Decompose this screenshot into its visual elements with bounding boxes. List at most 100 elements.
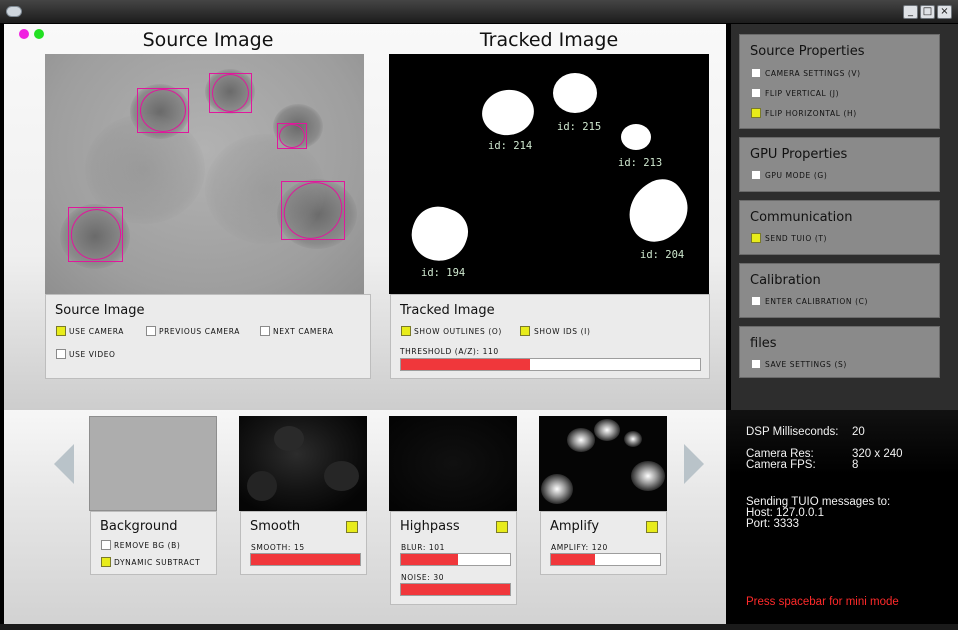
source-image-title: Source Image (142, 29, 274, 51)
source-image-view[interactable] (45, 54, 364, 294)
highpass-filter-panel: Highpass BLUR: 101 NOISE: 30 (390, 511, 517, 605)
use-video-checkbox[interactable] (56, 349, 66, 359)
blob-id-label: id: 194 (421, 267, 466, 279)
smooth-slider[interactable] (250, 553, 361, 566)
gpu-mode-checkbox[interactable] (751, 170, 761, 180)
background-filter-panel: Background REMOVE BG (B) DYNAMIC SUBTRAC… (90, 511, 217, 575)
amplify-enable-checkbox[interactable] (646, 521, 658, 533)
smooth-filter-title: Smooth (250, 519, 301, 534)
smooth-slider-fill (251, 554, 360, 565)
previous-camera-label: PREVIOUS CAMERA (159, 327, 240, 336)
close-button[interactable]: × (937, 5, 952, 19)
gpu-properties-title: GPU Properties (750, 147, 848, 162)
title-bar: _ □ × (0, 0, 958, 24)
source-properties-title: Source Properties (750, 44, 865, 59)
blob-id-label: id: 215 (557, 121, 602, 133)
amplify-value-label: AMPLIFY: 120 (551, 543, 608, 552)
save-settings-label: SAVE SETTINGS (S) (765, 360, 847, 369)
highpass-filter-title: Highpass (400, 519, 460, 534)
next-camera-checkbox[interactable] (260, 326, 270, 336)
tracked-image-title: Tracked Image (479, 29, 619, 51)
amplify-filter-preview[interactable] (539, 416, 667, 511)
threshold-label: THRESHOLD (A/Z): 110 (400, 347, 499, 356)
previous-camera-checkbox[interactable] (146, 326, 156, 336)
highpass-filter-preview[interactable] (389, 416, 517, 511)
enter-calibration-label: ENTER CALIBRATION (C) (765, 297, 869, 306)
dynamic-subtract-checkbox[interactable] (101, 557, 111, 567)
source-panel-title: Source Image (55, 303, 145, 318)
smooth-enable-checkbox[interactable] (346, 521, 358, 533)
dsp-ms-value: 20 (852, 426, 865, 438)
use-camera-label: USE CAMERA (69, 327, 124, 336)
remove-bg-label: REMOVE BG (B) (114, 541, 181, 550)
gpu-properties-box: GPU Properties GPU MODE (G) (739, 137, 940, 192)
save-settings-checkbox[interactable] (751, 359, 761, 369)
amplify-slider-fill (551, 554, 595, 565)
calibration-title: Calibration (750, 273, 821, 288)
camera-settings-label: CAMERA SETTINGS (V) (765, 69, 861, 78)
blob-id-label: id: 204 (640, 249, 685, 261)
threshold-slider[interactable] (400, 358, 701, 371)
show-ids-label: SHOW IDS (I) (534, 327, 591, 336)
status-dot-green (34, 29, 44, 39)
send-tuio-checkbox[interactable] (751, 233, 761, 243)
status-dot-magenta (19, 29, 29, 39)
files-title: files (750, 336, 777, 351)
communication-box: Communication SEND TUIO (T) (739, 200, 940, 255)
amplify-slider[interactable] (550, 553, 661, 566)
camera-fps-label: Camera FPS: (746, 459, 816, 471)
minimize-button[interactable]: _ (903, 5, 918, 19)
flip-vertical-label: FLIP VERTICAL (J) (765, 89, 840, 98)
dsp-ms-label: DSP Milliseconds: (746, 426, 839, 438)
background-filter-preview[interactable] (89, 416, 217, 511)
remove-bg-checkbox[interactable] (101, 540, 111, 550)
smooth-filter-preview[interactable] (239, 416, 367, 511)
camera-fps-value: 8 (852, 459, 859, 471)
camera-res-value: 320 x 240 (852, 448, 903, 460)
send-tuio-label: SEND TUIO (T) (765, 234, 828, 243)
show-outlines-label: SHOW OUTLINES (O) (414, 327, 502, 336)
communication-title: Communication (750, 210, 853, 225)
show-outlines-checkbox[interactable] (401, 326, 411, 336)
blob-id-label: id: 214 (488, 140, 533, 152)
tracked-image-view[interactable]: id: 214 id: 215 id: 213 id: 194 id: 204 (389, 54, 709, 294)
threshold-slider-fill (401, 359, 530, 370)
enter-calibration-checkbox[interactable] (751, 296, 761, 306)
tuio-port: Port: 3333 (746, 518, 800, 530)
amplify-filter-title: Amplify (550, 519, 600, 534)
use-camera-checkbox[interactable] (56, 326, 66, 336)
blob-outline (279, 124, 305, 148)
blob-outline (140, 89, 186, 132)
smooth-filter-panel: Smooth SMOOTH: 15 (240, 511, 367, 575)
blur-value-label: BLUR: 101 (401, 543, 446, 552)
gpu-mode-label: GPU MODE (G) (765, 171, 828, 180)
next-filter-arrow-icon[interactable] (684, 444, 704, 484)
app-icon (6, 6, 22, 17)
noise-value-label: NOISE: 30 (401, 573, 445, 582)
flip-horizontal-label: FLIP HORIZONTAL (H) (765, 109, 857, 118)
blob-id-label: id: 213 (618, 157, 663, 169)
source-image-panel: Source Image USE CAMERA PREVIOUS CAMERA … (45, 294, 371, 379)
maximize-button[interactable]: □ (920, 5, 935, 19)
calibration-box: Calibration ENTER CALIBRATION (C) (739, 263, 940, 318)
source-properties-box: Source Properties CAMERA SETTINGS (V) FL… (739, 34, 940, 129)
noise-slider[interactable] (400, 583, 511, 596)
flip-horizontal-checkbox[interactable] (751, 108, 761, 118)
show-ids-checkbox[interactable] (520, 326, 530, 336)
blur-slider[interactable] (400, 553, 511, 566)
dynamic-subtract-label: DYNAMIC SUBTRACT (114, 558, 201, 567)
smooth-value-label: SMOOTH: 15 (251, 543, 305, 552)
tracked-image-panel: Tracked Image SHOW OUTLINES (O) SHOW IDS… (390, 294, 710, 379)
mini-mode-hint: Press spacebar for mini mode (746, 596, 899, 608)
amplify-filter-panel: Amplify AMPLIFY: 120 (540, 511, 667, 575)
blur-slider-fill (401, 554, 458, 565)
tracked-panel-title: Tracked Image (400, 303, 495, 318)
next-camera-label: NEXT CAMERA (273, 327, 334, 336)
noise-slider-fill (401, 584, 510, 595)
highpass-enable-checkbox[interactable] (496, 521, 508, 533)
camera-settings-checkbox[interactable] (751, 68, 761, 78)
taskbar-strip (0, 624, 958, 630)
flip-vertical-checkbox[interactable] (751, 88, 761, 98)
use-video-label: USE VIDEO (69, 350, 116, 359)
previous-filter-arrow-icon[interactable] (54, 444, 74, 484)
